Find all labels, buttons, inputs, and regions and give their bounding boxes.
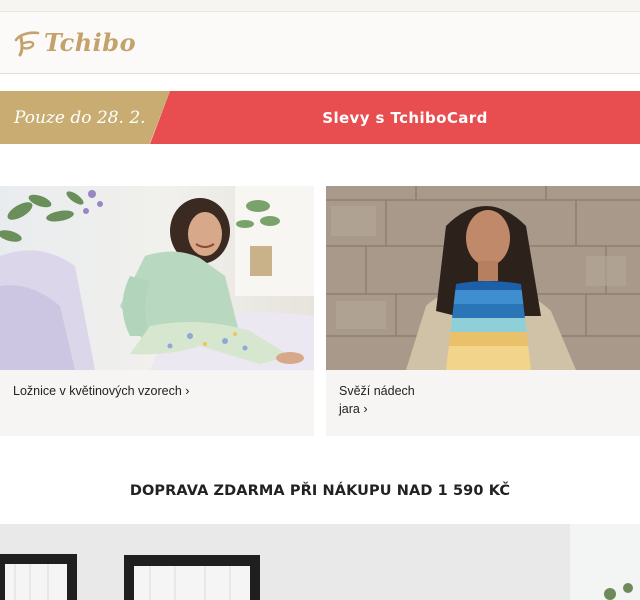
category-card-spring[interactable]: Svěží nádech jara › xyxy=(326,186,640,436)
card-caption-spring[interactable]: Svěží nádech jara › xyxy=(339,382,429,418)
card-caption-bedroom[interactable]: Ložnice v květinových vzorech › xyxy=(13,382,203,400)
promo-tchibocard[interactable]: Slevy s TchiboCard xyxy=(150,91,640,144)
hero-banner[interactable] xyxy=(0,524,640,600)
tchibo-logo-text: Tchibo xyxy=(44,28,137,57)
free-shipping-banner: DOPRAVA ZDARMA PŘI NÁKUPU NAD 1 590 KČ xyxy=(129,483,511,499)
promo-date-label: Pouze do 28. 2. xyxy=(14,107,146,128)
category-card-bedroom[interactable]: Ložnice v květinových vzorech › xyxy=(0,186,314,436)
promo-banner[interactable]: Slevy s TchiboCard Pouze do 28. 2. xyxy=(0,91,640,144)
tchibo-logo[interactable]: Tchibo xyxy=(12,28,136,58)
house-facade-photo xyxy=(0,524,640,600)
tchibo-logo-icon xyxy=(14,30,40,56)
page: Tchibo Slevy s TchiboCard Pouze do 28. 2… xyxy=(0,0,640,600)
woman-in-floral-pajamas-photo xyxy=(0,186,314,370)
card-image-bedroom[interactable] xyxy=(0,186,314,370)
woman-in-striped-sweater-photo xyxy=(326,186,640,370)
header: Tchibo xyxy=(0,12,640,74)
promo-tchibocard-label: Slevy s TchiboCard xyxy=(322,108,488,127)
top-strip xyxy=(0,0,640,12)
promo-date: Pouze do 28. 2. xyxy=(0,91,170,144)
card-image-spring[interactable] xyxy=(326,186,640,370)
